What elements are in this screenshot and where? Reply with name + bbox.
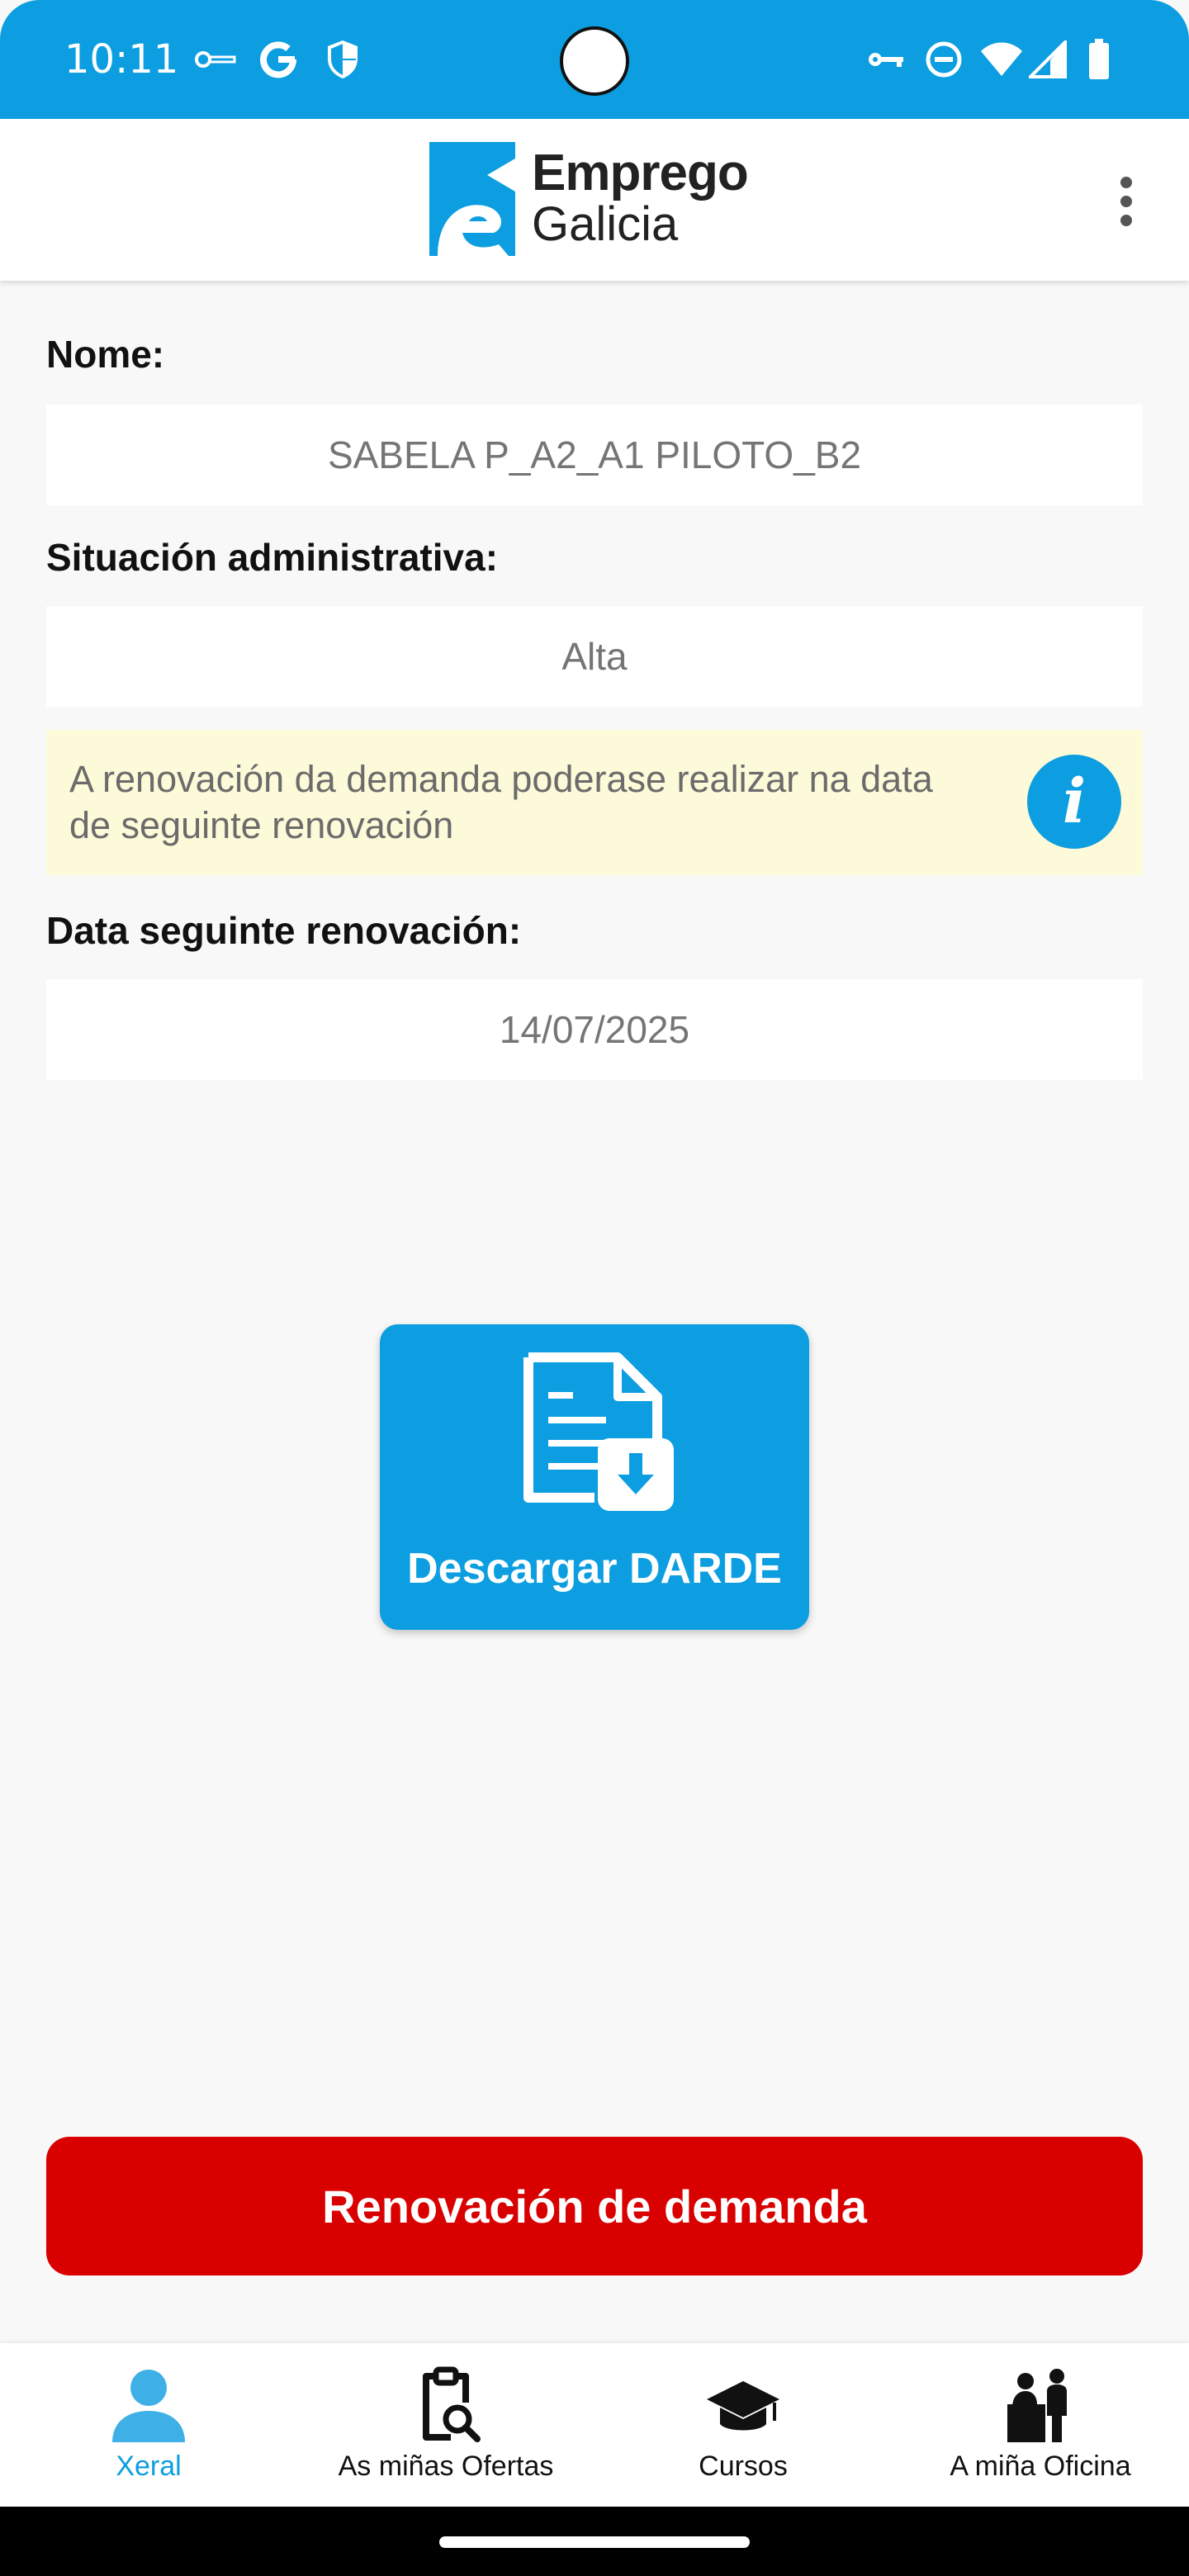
graduation-cap-icon bbox=[707, 2381, 779, 2431]
nav-item-xeral[interactable]: Xeral bbox=[0, 2343, 297, 2507]
situacion-field: Alta bbox=[46, 606, 1143, 707]
vpn-key-outline-icon bbox=[195, 36, 236, 83]
nav-item-cursos[interactable]: Cursos bbox=[594, 2343, 892, 2507]
nav-item-oficina[interactable]: A miña Oficina bbox=[892, 2343, 1189, 2507]
clipboard-search-icon bbox=[423, 2366, 481, 2442]
nome-label: Nome: bbox=[46, 333, 165, 376]
office-desk-icon bbox=[1007, 2369, 1067, 2442]
battery-icon bbox=[1087, 36, 1111, 83]
more-vert-icon[interactable] bbox=[1106, 168, 1146, 234]
google-icon bbox=[256, 36, 301, 83]
shield-icon bbox=[322, 36, 363, 83]
app-bar: Emprego Galicia bbox=[0, 119, 1189, 281]
home-gesture-handle[interactable] bbox=[439, 2536, 750, 2548]
notice-text: A renovación da demanda poderase realiza… bbox=[69, 758, 933, 846]
renewal-notice: A renovación da demanda poderase realiza… bbox=[46, 730, 1143, 875]
descargar-darde-label: Descargar DARDE bbox=[407, 1545, 782, 1593]
logo-text-emprego: Emprego bbox=[532, 144, 749, 201]
system-navigation-bar bbox=[0, 2507, 1189, 2576]
logo-mark-icon bbox=[429, 142, 515, 256]
emprego-galicia-logo: Emprego Galicia bbox=[429, 142, 776, 258]
renovacion-demanda-button[interactable]: Renovación de demanda bbox=[46, 2137, 1143, 2275]
signal-icon bbox=[1027, 36, 1068, 83]
nav-label-xeral: Xeral bbox=[116, 2451, 182, 2482]
wifi-icon bbox=[979, 36, 1024, 83]
person-icon bbox=[112, 2370, 185, 2442]
descargar-darde-button[interactable]: Descargar DARDE bbox=[380, 1324, 809, 1630]
data-renovacion-field: 14/07/2025 bbox=[46, 979, 1143, 1080]
status-time: 10:11 bbox=[64, 36, 179, 83]
nav-item-ofertas[interactable]: As miñas Ofertas bbox=[297, 2343, 594, 2507]
key-icon bbox=[865, 36, 907, 83]
front-camera bbox=[560, 26, 629, 96]
document-download-icon bbox=[523, 1352, 674, 1511]
nav-label-oficina: A miña Oficina bbox=[950, 2451, 1131, 2482]
situacion-label: Situación administrativa: bbox=[46, 536, 499, 579]
status-bar: 10:11 bbox=[0, 0, 1189, 119]
logo-text-galicia: Galicia bbox=[532, 197, 679, 251]
bottom-navigation: Xeral As miñas Ofertas Cursos A miña Ofi… bbox=[0, 2343, 1189, 2507]
info-icon[interactable]: i bbox=[1027, 755, 1121, 849]
nome-field: SABELA P_A2_A1 PILOTO_B2 bbox=[46, 405, 1143, 505]
data-renovacion-label: Data seguinte renovación: bbox=[46, 909, 522, 952]
do-not-disturb-icon bbox=[923, 36, 964, 83]
nav-label-cursos: Cursos bbox=[699, 2451, 788, 2482]
nav-label-ofertas: As miñas Ofertas bbox=[338, 2451, 554, 2482]
